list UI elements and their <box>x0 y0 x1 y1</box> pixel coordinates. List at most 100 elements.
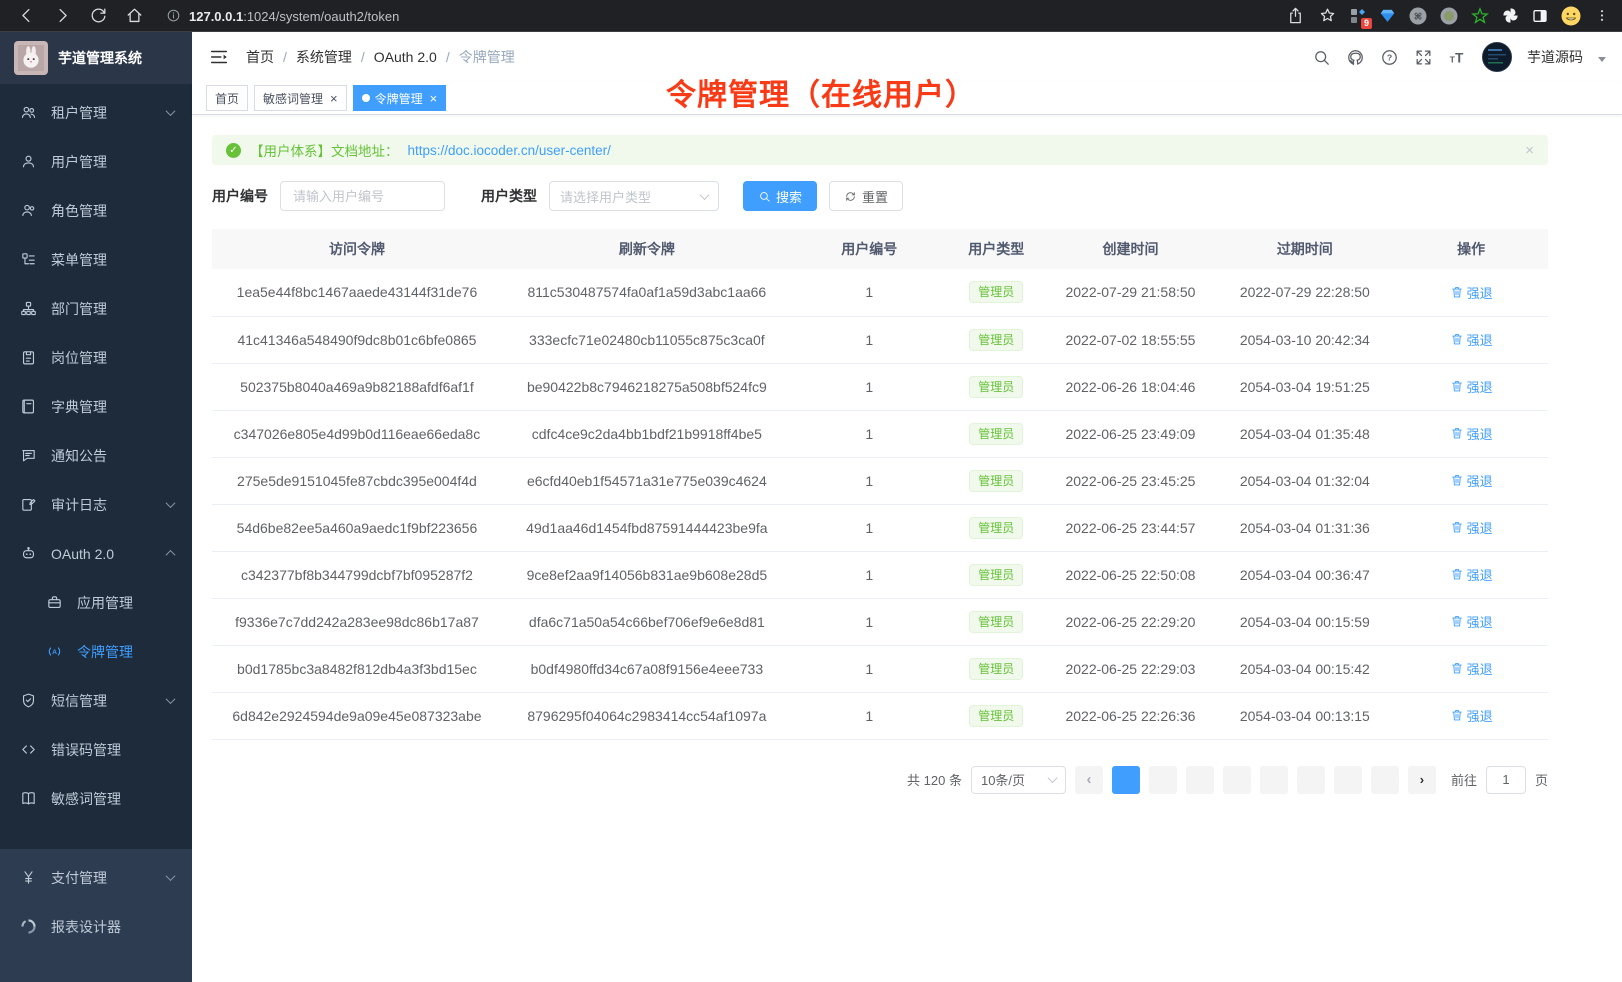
goto-page-input[interactable] <box>1486 766 1526 794</box>
next-page-button[interactable]: › <box>1408 766 1436 794</box>
sidebar-menu-item[interactable]: 菜单管理 <box>0 235 192 284</box>
user-type-tag: 管理员 <box>969 329 1023 351</box>
sidebar-menu-item[interactable]: 错误码管理 <box>0 725 192 774</box>
trash-icon <box>1450 661 1464 675</box>
view-tab[interactable]: 令牌管理 × <box>353 85 447 111</box>
font-size-icon[interactable] <box>1448 48 1467 67</box>
sidebar-menu-item[interactable]: 部门管理 <box>0 284 192 333</box>
fullscreen-icon[interactable] <box>1414 48 1433 67</box>
page-number-button[interactable] <box>1371 766 1399 794</box>
gem-icon[interactable] <box>1379 7 1396 24</box>
sidebar-item-label: OAuth 2.0 <box>51 546 114 562</box>
doc-link[interactable]: https://doc.iocoder.cn/user-center/ <box>408 143 611 158</box>
page-number-button[interactable] <box>1223 766 1251 794</box>
address-bar[interactable]: 127.0.0.1:1024/system/oauth2/token <box>156 3 1278 29</box>
action-cell: 强退 <box>1394 504 1548 551</box>
pinwheel-icon[interactable] <box>1502 7 1519 24</box>
tab-close-icon[interactable]: × <box>330 92 338 105</box>
page-number-button[interactable] <box>1186 766 1214 794</box>
breadcrumb-item[interactable]: 令牌管理 <box>459 47 515 67</box>
force-logout-button[interactable]: 强退 <box>1450 518 1493 537</box>
view-tab[interactable]: 首页 <box>206 85 248 111</box>
sidebar-menu-item[interactable]: 审计日志 <box>0 480 192 529</box>
reset-button[interactable]: 重置 <box>829 181 903 211</box>
github-icon[interactable] <box>1346 48 1365 67</box>
bookmark-star-icon[interactable] <box>1318 6 1337 25</box>
sidebar-item-label: 令牌管理 <box>77 642 133 662</box>
force-logout-button[interactable]: 强退 <box>1450 659 1493 678</box>
force-logout-button[interactable]: 强退 <box>1450 471 1493 490</box>
sidebar-menu-item[interactable]: 岗位管理 <box>0 333 192 382</box>
expire-time-cell: 2022-07-29 22:28:50 <box>1215 269 1394 316</box>
help-icon[interactable] <box>1380 48 1399 67</box>
sidebar-menu-item[interactable]: 报表设计器 <box>0 902 192 951</box>
sidebar-menu-item[interactable]: 用户管理 <box>0 137 192 186</box>
user-avatar[interactable] <box>1482 42 1512 72</box>
sidebar-item-label: 部门管理 <box>51 299 107 319</box>
extensions-icon[interactable]: 9 <box>1350 8 1366 24</box>
user-type-tag: 管理员 <box>969 564 1023 586</box>
user-menu-caret-icon[interactable] <box>1598 57 1606 62</box>
sidebar-square-icon[interactable] <box>1532 8 1548 24</box>
back-icon[interactable] <box>12 3 40 29</box>
sidebar-menu-item[interactable]: 通知公告 <box>0 431 192 480</box>
page-number-button[interactable] <box>1112 766 1140 794</box>
search-icon[interactable] <box>1312 48 1331 67</box>
prev-page-button[interactable]: ‹ <box>1075 766 1103 794</box>
reload-icon[interactable] <box>84 3 112 29</box>
forward-icon[interactable] <box>48 3 76 29</box>
breadcrumb-item[interactable]: OAuth 2.0 <box>374 49 437 65</box>
sidebar-menu-item[interactable]: 角色管理 <box>0 186 192 235</box>
home-icon[interactable] <box>120 3 148 29</box>
sidebar-menu-item[interactable]: 字典管理 <box>0 382 192 431</box>
sidebar-menu-item[interactable]: 应用管理 <box>0 578 192 627</box>
page-number-button[interactable] <box>1149 766 1177 794</box>
emoji-avatar-icon[interactable] <box>1561 6 1581 26</box>
kebab-menu-icon[interactable] <box>1594 6 1610 25</box>
logo-rabbit-icon <box>14 41 48 75</box>
username[interactable]: 芋道源码 <box>1527 47 1583 67</box>
force-logout-button[interactable]: 强退 <box>1450 706 1493 725</box>
green-star-icon[interactable] <box>1471 7 1489 25</box>
force-logout-button[interactable]: 强退 <box>1450 377 1493 396</box>
force-logout-button[interactable]: 强退 <box>1450 283 1493 302</box>
alert-close-icon[interactable]: × <box>1525 142 1534 159</box>
user-type-select[interactable]: 请选择用户类型 <box>549 181 719 211</box>
force-logout-button[interactable]: 强退 <box>1450 565 1493 584</box>
pay-icon <box>20 869 37 886</box>
user-id-input[interactable] <box>280 181 445 211</box>
expire-time-cell: 2054-03-10 20:42:34 <box>1215 316 1394 363</box>
view-tab[interactable]: 敏感词管理 × <box>254 85 347 111</box>
page-number-button[interactable] <box>1297 766 1325 794</box>
page-size-select[interactable]: 10条/页 <box>971 766 1066 794</box>
page-number-button[interactable] <box>1260 766 1288 794</box>
tab-label: 敏感词管理 <box>263 90 323 107</box>
page-number-button[interactable] <box>1334 766 1362 794</box>
breadcrumb-item[interactable]: 系统管理 <box>296 47 352 67</box>
tab-close-icon[interactable]: × <box>430 92 438 105</box>
force-logout-button[interactable]: 强退 <box>1450 612 1493 631</box>
force-logout-button[interactable]: 强退 <box>1450 424 1493 443</box>
force-logout-button[interactable]: 强退 <box>1450 330 1493 349</box>
sidebar-menu-item[interactable]: 支付管理 <box>0 853 192 902</box>
share-icon[interactable] <box>1286 6 1305 25</box>
chevron-icon <box>166 694 176 704</box>
created-time-cell: 2022-06-25 22:26:36 <box>1046 692 1216 739</box>
col-access-token: 访问令牌 <box>212 229 502 269</box>
olive-circle-icon[interactable] <box>1440 7 1458 25</box>
sidebar-menu-item[interactable]: 短信管理 <box>0 676 192 725</box>
breadcrumb-separator: / <box>283 49 287 65</box>
app-logo[interactable]: 芋道管理系统 <box>0 32 192 84</box>
sidebar-menu-item[interactable]: 租户管理 <box>0 88 192 137</box>
command-circle-icon[interactable]: ⌘ <box>1409 7 1427 25</box>
sidebar-menu-item[interactable]: OAuth 2.0 <box>0 529 192 578</box>
sms-icon <box>20 692 37 709</box>
search-button[interactable]: 搜索 <box>743 181 817 211</box>
hamburger-icon[interactable] <box>208 46 230 68</box>
user-type-cell: 管理员 <box>947 504 1046 551</box>
token-icon <box>46 643 63 660</box>
breadcrumb-item[interactable]: 首页 <box>246 47 274 67</box>
sidebar-item-label: 通知公告 <box>51 446 107 466</box>
sidebar-menu-item[interactable]: 敏感词管理 <box>0 774 192 823</box>
sidebar-menu-item[interactable]: 令牌管理 <box>0 627 192 676</box>
